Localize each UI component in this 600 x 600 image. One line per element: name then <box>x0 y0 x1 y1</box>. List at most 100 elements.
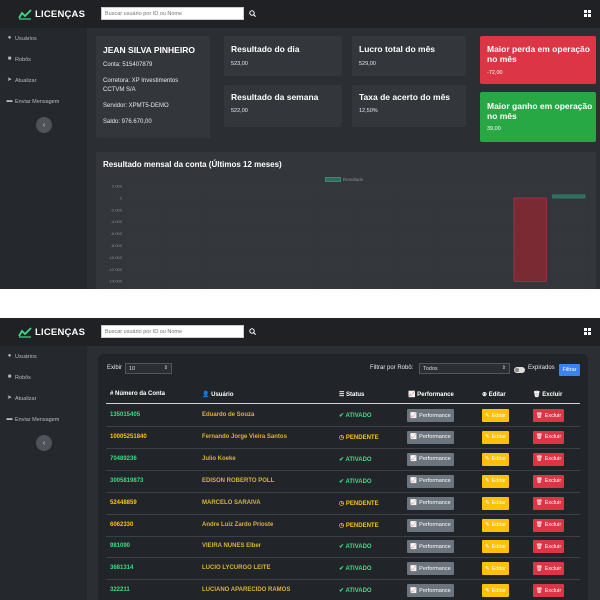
trash-icon: 🗑 <box>535 434 543 441</box>
trash-icon: 🗑 <box>535 412 543 419</box>
dashboard-screenshot: LICENÇAS ●Usuários ■Robôs ➤Atualizar ▬En… <box>0 0 600 289</box>
delete-button[interactable]: 🗑 Excluir <box>533 496 564 510</box>
search-input[interactable] <box>101 325 244 338</box>
account-number-link[interactable]: 981090 <box>110 543 130 549</box>
users-table-screenshot: LICENÇAS ●Usuários ■Robôs ➤Atualizar ▬En… <box>0 318 600 600</box>
search-button[interactable] <box>246 325 258 338</box>
performance-button[interactable]: 📈 Performance <box>407 562 454 576</box>
account-number-link[interactable]: 3681314 <box>110 565 133 571</box>
delete-button[interactable]: 🗑 Excluir <box>533 452 564 466</box>
edit-button[interactable]: ✎ Editar <box>482 452 509 466</box>
apps-grid-icon[interactable] <box>584 328 591 335</box>
performance-button[interactable]: 📈 Performance <box>407 409 454 422</box>
trash-icon: 🗑 <box>535 543 543 550</box>
y-tick-label: 2.000 <box>112 184 123 189</box>
delete-button[interactable]: 🗑 Excluir <box>533 409 564 422</box>
delete-button[interactable]: 🗑 Excluir <box>533 474 564 488</box>
edit-icon: ✎ <box>485 412 490 419</box>
performance-button[interactable]: 📈 Performance <box>407 496 454 510</box>
edit-button[interactable]: ✎ Editar <box>482 474 509 488</box>
status-badge: ✔ ATIVADO <box>339 544 372 551</box>
edit-button[interactable]: ✎ Editar <box>482 584 509 598</box>
sidebar-collapse-button[interactable]: ‹ <box>36 435 52 451</box>
plus-circle-icon: ⊕ <box>482 392 489 398</box>
account-number-link[interactable]: 52448859 <box>110 500 137 506</box>
header-status[interactable]: ☰ Status <box>339 391 364 398</box>
account-number-link[interactable]: 322211 <box>110 587 130 593</box>
expirados-toggle[interactable] <box>514 367 525 373</box>
y-tick-label: -6.000 <box>111 231 123 236</box>
account-number-link[interactable]: 10005251840 <box>110 434 147 440</box>
top-navbar: LICENÇAS <box>0 318 600 346</box>
sidebar-item-label: Usuários <box>15 353 37 360</box>
y-tick-label: -10.000 <box>108 255 122 260</box>
performance-button[interactable]: 📈 Performance <box>407 474 454 488</box>
account-number-link[interactable]: 70489236 <box>110 456 137 462</box>
users-icon: ● <box>7 353 12 359</box>
status-badge: ✔ ATIVADO <box>339 588 372 595</box>
edit-button[interactable]: ✎ Editar <box>482 430 509 444</box>
edit-icon: ✎ <box>485 543 490 550</box>
header-editar[interactable]: ⊕ Editar <box>482 391 506 398</box>
table-row: 3005819873 EDISON ROBERTO POLL ✔ ATIVADO 📈 P… <box>106 471 580 493</box>
header-conta[interactable]: # Número da Conta <box>110 391 165 397</box>
table-row: 3681314 LUCIO LYCURGO LEITE ✔ ATIVADO 📈 Perf… <box>106 558 580 581</box>
delete-button[interactable]: 🗑 Excluir <box>533 540 564 554</box>
y-tick-label: -14.000 <box>108 279 122 284</box>
robot-filter-select[interactable]: Todos ⇕ <box>419 363 510 374</box>
edit-button[interactable]: ✎ Editar <box>482 496 509 510</box>
user-name: Andre Luiz Zardo Prioste <box>202 521 274 528</box>
table-row: 70489236 Julio Koeke ✔ ATIVADO 📈 Performance… <box>106 449 580 471</box>
header-performance[interactable]: 📈 Performance <box>408 391 454 398</box>
status-badge: ◷ PENDENTE <box>339 500 379 507</box>
brand-logo[interactable]: LICENÇAS <box>18 324 85 340</box>
edit-icon: ✎ <box>485 522 490 528</box>
edit-icon: ✎ <box>485 478 490 485</box>
table-row: 52448859 MARCELO SARAIVA ◷ PENDENTE 📈 Perfor… <box>106 493 580 515</box>
performance-button[interactable]: 📈 Performance <box>407 518 454 532</box>
brand-name: LICENÇAS <box>35 326 86 338</box>
performance-button[interactable]: 📈 Performance <box>407 430 454 444</box>
edit-button[interactable]: ✎ Editar <box>482 540 509 554</box>
sidebar-item-label: Enviar Mensagem <box>15 416 60 423</box>
chart-bar[interactable] <box>513 197 547 282</box>
delete-button[interactable]: 🗑 Excluir <box>533 584 564 598</box>
chart-line-icon: 📈 <box>410 500 418 507</box>
sidebar: ● Usuários ■ Robôs ➤ Atualizar ▬ Enviar Mens… <box>0 346 87 600</box>
account-number-link[interactable]: 135015405 <box>110 412 140 418</box>
delete-button[interactable]: 🗑 Excluir <box>533 430 564 444</box>
clock-icon: ◷ <box>339 522 346 529</box>
edit-button[interactable]: ✎ Editar <box>482 409 509 422</box>
delete-button[interactable]: 🗑 Excluir <box>533 518 564 532</box>
account-number-link[interactable]: 6062330 <box>110 522 133 528</box>
delete-button[interactable]: 🗑 Excluir <box>533 562 564 576</box>
performance-button[interactable]: 📈 Performance <box>407 540 454 554</box>
performance-button[interactable]: 📈 Performance <box>407 584 454 598</box>
edit-button[interactable]: ✎ Editar <box>482 518 509 532</box>
edit-icon: ✎ <box>485 456 490 463</box>
status-badge: ✔ ATIVADO <box>339 566 372 573</box>
page-size-select[interactable]: 10 ⇕ <box>125 363 172 374</box>
performance-button[interactable]: 📈 Performance <box>407 452 454 466</box>
sidebar-item-robos[interactable]: ■ Robôs <box>0 367 87 388</box>
chart-line-icon: 📈 <box>410 456 418 463</box>
trash-icon: 🗑 <box>535 522 543 528</box>
sidebar-item-label: Robôs <box>15 374 31 381</box>
filtrar-button[interactable]: Filtrar <box>559 364 580 376</box>
y-tick-label: -4.000 <box>111 219 123 224</box>
select-arrow-icon: ⇕ <box>163 365 168 371</box>
sidebar-item-enviar-mensagem[interactable]: ▬ Enviar Mensagem <box>0 409 87 430</box>
header-excluir[interactable]: 🗑 Excluir <box>533 391 562 398</box>
user-name: MARCELO SARAIVA <box>202 499 261 506</box>
table-header: # Número da Conta 👤 Usuário ☰ Status 📈 P… <box>106 386 580 404</box>
edit-button[interactable]: ✎ Editar <box>482 562 509 576</box>
sidebar-item-label: Atualizar <box>15 395 37 402</box>
message-icon: ▬ <box>6 416 13 422</box>
y-tick-label: 0 <box>120 195 123 200</box>
sidebar-item-atualizar[interactable]: ➤ Atualizar <box>0 388 87 409</box>
account-number-link[interactable]: 3005819873 <box>110 478 143 484</box>
clock-icon: ◷ <box>339 500 346 507</box>
chart-bar[interactable] <box>552 194 586 199</box>
header-usuario[interactable]: 👤 Usuário <box>202 391 233 398</box>
sidebar-item-usuarios[interactable]: ● Usuários <box>0 346 87 367</box>
